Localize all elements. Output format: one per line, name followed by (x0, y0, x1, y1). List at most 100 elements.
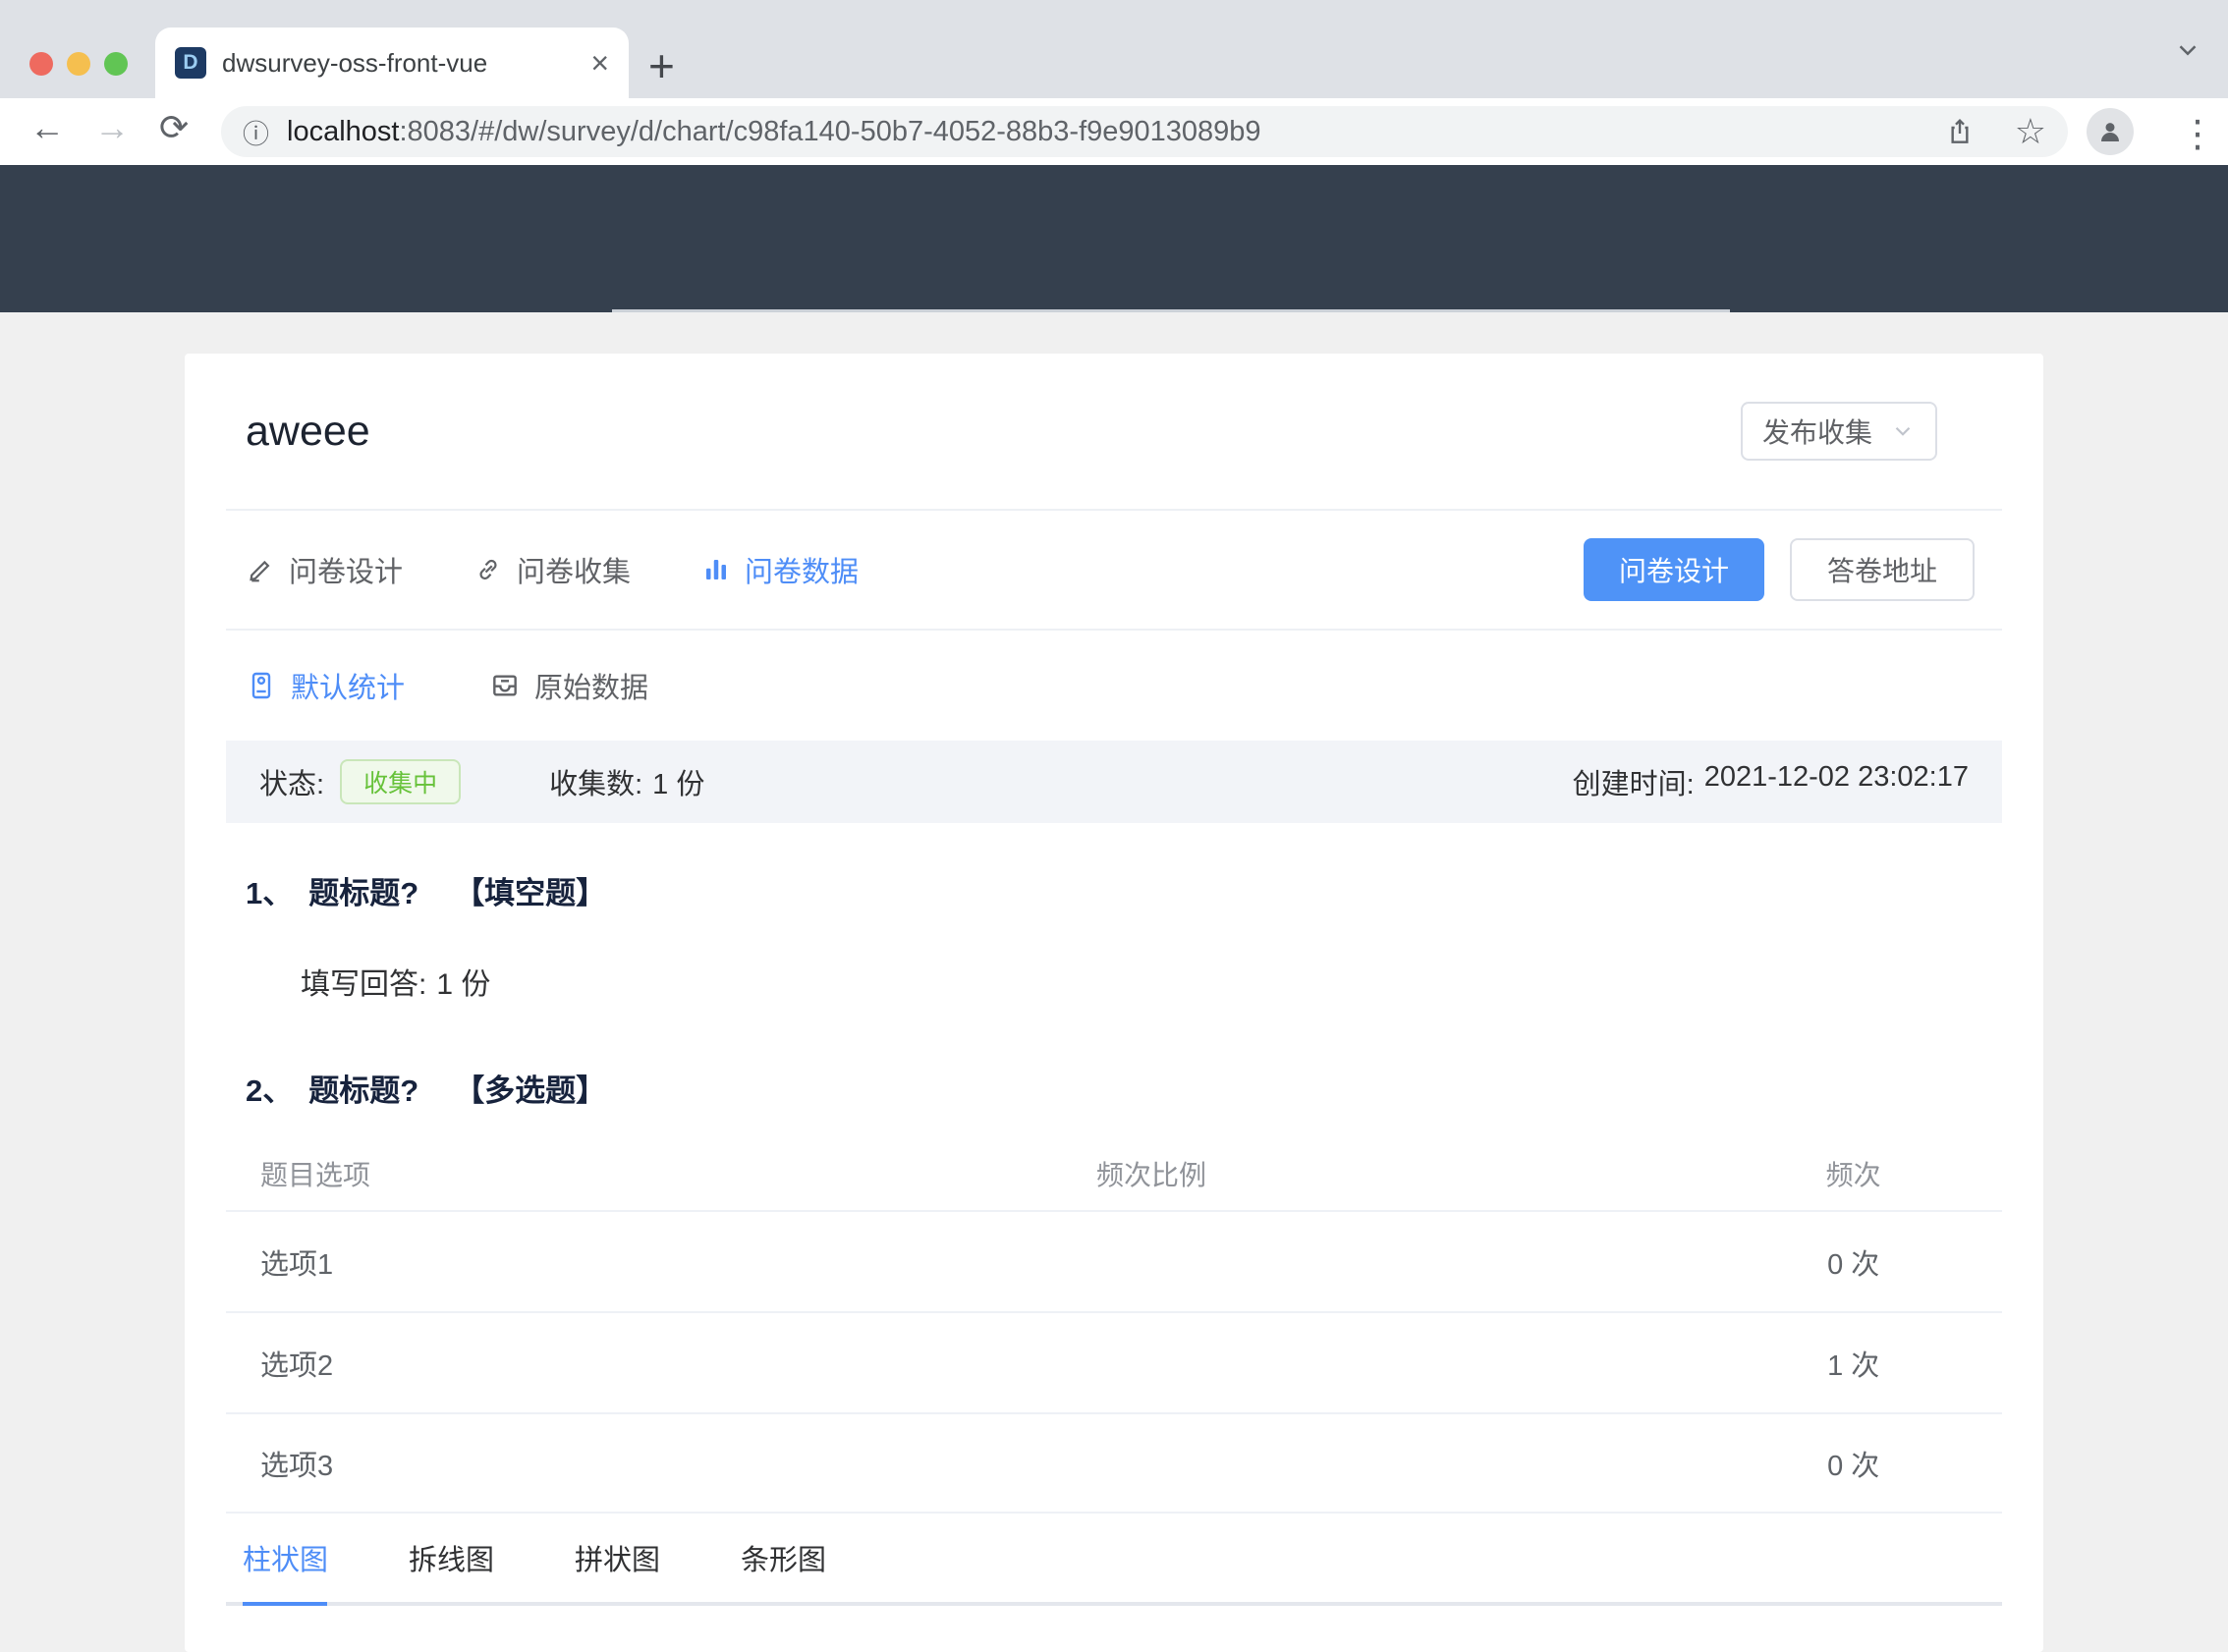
bar-chart-icon (701, 555, 731, 584)
new-tab-button[interactable]: + (648, 39, 675, 92)
table-row: 选项2100.00%1 次 (226, 1311, 2002, 1412)
question-number: 1、 (246, 876, 294, 910)
count-cell: 0 次 (1704, 1241, 2002, 1283)
survey-title: aweee (246, 407, 370, 455)
status-badge: 收集中 (340, 759, 462, 804)
bookmark-star-icon[interactable]: ☆ (2015, 111, 2046, 152)
survey-tab-1[interactable]: 问卷设计 (246, 549, 403, 590)
chart-type-tabs: 柱状图 拆线图 拼状图 条形图 (226, 1529, 2002, 1606)
page-background: aweee 发布收集 问卷设计 问卷收集 问卷数据 问卷设计 答卷地址 默认统计 原始… (0, 312, 2228, 1652)
option-frequency-table: 题目选项 频次比例 频次 选项10.00%0 次选项2100.00%1 次选项3… (226, 1137, 2002, 1514)
forward-icon[interactable]: → (94, 110, 130, 145)
table-header-row: 题目选项 频次比例 频次 (226, 1137, 2002, 1210)
question-2-title: 2、 题标题? 【多选题】 (246, 1066, 2002, 1110)
survey-tab-3[interactable]: 问卷数据 (701, 549, 859, 590)
question-2: 2、 题标题? 【多选题】 (246, 1066, 2002, 1110)
question-type: 【多选题】 (454, 1074, 607, 1108)
publish-collect-select[interactable]: 发布收集 (1741, 402, 1937, 461)
browser-tab[interactable]: D dwsurvey-oss-front-vue × (155, 28, 629, 98)
created-time-label: 创建时间: (1572, 769, 1695, 800)
count-cell: 0 次 (1704, 1443, 2002, 1484)
option-label: 选项2 (260, 1349, 334, 1382)
url-path: :8083/#/dw/survey/d/chart/c98fa140-50b7-… (399, 115, 1261, 147)
collect-count-label: 收集数: (549, 769, 643, 800)
edit-icon (246, 555, 275, 584)
minimize-window-button[interactable] (67, 52, 90, 76)
survey-tabs-row: 问卷设计 问卷收集 问卷数据 问卷设计 答卷地址 (226, 511, 2002, 629)
question-number: 2、 (246, 1074, 294, 1108)
stats-subtab-label: 原始数据 (534, 673, 649, 704)
survey-tab-label: 问卷设计 (289, 557, 404, 588)
option-label: 选项1 (260, 1248, 334, 1281)
browser-tab-strip: D dwsurvey-oss-front-vue × + (0, 0, 2228, 98)
answer-value: 1 份 (436, 968, 491, 1001)
survey-title-row: aweee 发布收集 (226, 354, 2002, 509)
tab-close-icon[interactable]: × (590, 47, 609, 79)
archive-icon (489, 670, 521, 701)
answer-label: 填写回答: (301, 968, 427, 1001)
zoom-window-button[interactable] (104, 52, 128, 76)
survey-card: aweee 发布收集 问卷设计 问卷收集 问卷数据 问卷设计 答卷地址 默认统计 原始… (185, 354, 2043, 1652)
chart-tab-1[interactable]: 柱状图 (243, 1537, 328, 1578)
count-cell: 1 次 (1704, 1343, 2002, 1384)
question-text: 题标题? (308, 876, 419, 910)
tab-overview-chevron-icon[interactable] (2173, 35, 2202, 65)
browser-profile-avatar[interactable] (2087, 108, 2134, 155)
count-value: 0 次 (1827, 1450, 1880, 1482)
tab-title: dwsurvey-oss-front-vue (222, 47, 488, 78)
close-window-button[interactable] (29, 52, 53, 76)
count-value: 1 次 (1827, 1349, 1880, 1382)
back-icon[interactable]: ← (29, 110, 65, 145)
survey-tab-label: 问卷收集 (517, 557, 632, 588)
chart-tabs-row: 柱状图 拆线图 拼状图 条形图 (226, 1529, 2002, 1586)
select-chevron-down-icon (1890, 418, 1916, 444)
stats-subtab-2[interactable]: 原始数据 (489, 665, 648, 706)
stats-subtab-label: 默认统计 (291, 673, 406, 704)
created-time-value: 2021-12-02 23:02:17 (1703, 761, 1969, 793)
survey-tab-2[interactable]: 问卷收集 (473, 549, 631, 590)
stats-subtabs-row: 默认统计 原始数据 (226, 631, 2002, 741)
question-type: 【填空题】 (454, 876, 607, 910)
survey-tab-label: 问卷数据 (745, 557, 860, 588)
option-cell: 选项3 (226, 1443, 1096, 1484)
stats-subtab-1[interactable]: 默认统计 (246, 665, 405, 706)
status-strip: 状态: 收集中 收集数: 1 份 创建时间: 2021-12-02 23:02:… (226, 741, 2002, 823)
table-row: 选项30.00%0 次 (226, 1412, 2002, 1514)
tag-icon (246, 670, 277, 701)
question-1-title: 1、 题标题? 【填空题】 (246, 868, 2002, 912)
count-value: 0 次 (1827, 1248, 1880, 1281)
address-bar[interactable]: ⓘ localhost:8083/#/dw/survey/d/chart/c98… (221, 106, 2068, 157)
chart-tabs-active-underline (243, 1602, 327, 1606)
status-label: 状态: (259, 769, 325, 800)
collect-count-value: 1 份 (652, 769, 705, 800)
option-cell: 选项1 (226, 1241, 1096, 1283)
browser-toolbar: ← → ⟳ ⓘ localhost:8083/#/dw/survey/d/cha… (0, 98, 2228, 165)
url-host: localhost (287, 115, 400, 147)
chart-tab-3[interactable]: 拼状图 (575, 1537, 660, 1578)
question-1: 1、 题标题? 【填空题】 填写回答: 1 份 (246, 868, 2002, 1003)
favicon: D (175, 47, 206, 79)
answer-address-button[interactable]: 答卷地址 (1789, 538, 1975, 601)
question-1-answer: 填写回答: 1 份 (301, 960, 2002, 1003)
created-time: 创建时间: 2021-12-02 23:02:17 (1573, 761, 1969, 802)
chart-tab-4[interactable]: 条形图 (741, 1537, 826, 1578)
chart-tab-2[interactable]: 拆线图 (409, 1537, 494, 1578)
share-icon[interactable] (1944, 116, 1976, 147)
url-text: localhost:8083/#/dw/survey/d/chart/c98fa… (287, 116, 1261, 148)
option-cell: 选项2 (226, 1343, 1096, 1384)
browser-menu-icon[interactable]: ⋮ (2179, 112, 2216, 156)
option-label: 选项3 (260, 1450, 334, 1482)
table-body: 选项10.00%0 次选项2100.00%1 次选项30.00%0 次 (226, 1210, 2002, 1514)
chart-tabs-track (226, 1602, 2002, 1606)
design-button[interactable]: 问卷设计 (1583, 538, 1764, 601)
site-info-icon[interactable]: ⓘ (243, 113, 269, 151)
header-frequency-ratio: 频次比例 (1096, 1160, 1207, 1190)
question-text: 题标题? (308, 1074, 419, 1108)
link-icon (473, 555, 503, 584)
header-frequency: 频次 (1825, 1160, 1881, 1190)
header-option: 题目选项 (260, 1160, 371, 1190)
app-header: DIAOWEN 调问 OSS 我的问卷个人中心用户管理 service@diao… (0, 165, 2228, 477)
publish-collect-value: 发布收集 (1762, 417, 1873, 448)
table-row: 选项10.00%0 次 (226, 1210, 2002, 1311)
reload-icon[interactable]: ⟳ (159, 110, 189, 145)
